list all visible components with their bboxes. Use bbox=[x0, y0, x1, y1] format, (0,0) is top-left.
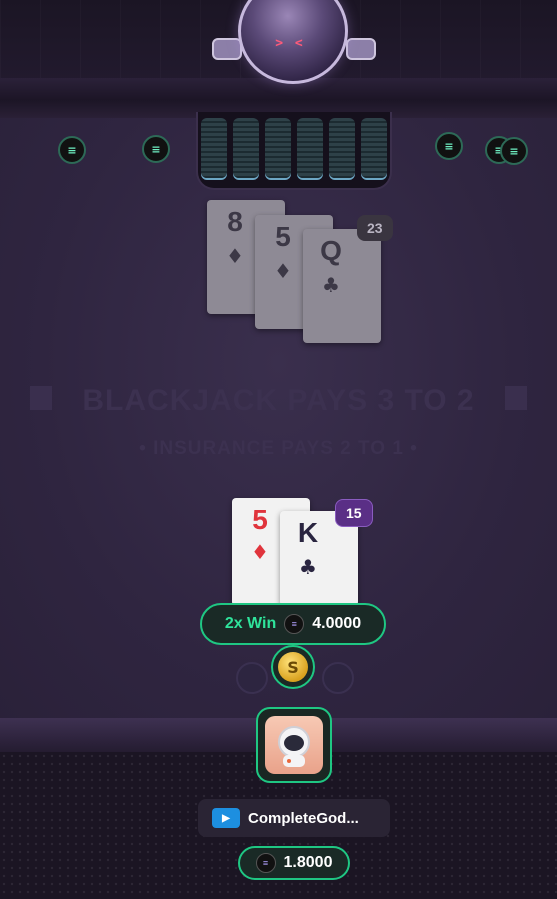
chip-stack bbox=[361, 118, 387, 178]
win-amount: 4.0000 bbox=[312, 615, 362, 632]
dealer-total-badge: 23 bbox=[357, 215, 393, 241]
seat-sol-coin-icon: ≡ bbox=[435, 132, 463, 160]
sol-coin-icon: ≡ bbox=[284, 614, 305, 634]
win-multiplier-label: 2x Win bbox=[224, 615, 277, 632]
card-rank: Q bbox=[320, 235, 342, 266]
seat-sol-coin-icon: ≡ bbox=[142, 135, 170, 163]
card-suit-icon: ♣ bbox=[299, 555, 317, 579]
rule-insurance-payout: • INSURANCE PAYS 2 TO 1 • bbox=[139, 438, 418, 459]
card-suit-icon: ♦ bbox=[251, 540, 269, 564]
dealer-right-hand-icon bbox=[346, 38, 376, 60]
win-result-pill: 2x Win ≡ 4.0000 bbox=[200, 603, 386, 645]
seat-sol-coin-icon: ≡ bbox=[500, 137, 528, 165]
rule-blackjack-payout: BLACKJACK PAYS 3 TO 2 bbox=[82, 384, 475, 417]
card-rank: 5 bbox=[252, 504, 268, 535]
astronaut-avatar-icon bbox=[265, 716, 323, 774]
player-balance-pill: ≡ 1.8000 bbox=[238, 846, 350, 880]
bet-spot-left[interactable] bbox=[236, 662, 268, 694]
player-balance: 1.8000 bbox=[283, 854, 333, 871]
chip-tray bbox=[196, 112, 392, 190]
card-rank: K bbox=[297, 517, 319, 548]
player-name-pill: ▶ CompleteGod... bbox=[198, 799, 390, 837]
dealer-card-3: Q ♣ bbox=[303, 229, 381, 343]
bet-chip-icon[interactable]: S bbox=[271, 645, 315, 689]
player-total-badge: 15 bbox=[335, 499, 373, 527]
card-suit-icon: ♣ bbox=[322, 273, 340, 297]
card-rank: 5 bbox=[275, 221, 291, 252]
chip-stack bbox=[297, 118, 323, 178]
sol-coin-icon: ≡ bbox=[255, 853, 276, 873]
chip-stack bbox=[329, 118, 355, 178]
chip-stack bbox=[233, 118, 259, 178]
card-suit-icon: ♦ bbox=[274, 259, 292, 283]
player-avatar-frame[interactable] bbox=[256, 707, 332, 783]
dealer-eyes: > < bbox=[275, 36, 305, 51]
chip-stack bbox=[201, 118, 227, 178]
dealer-left-hand-icon bbox=[212, 38, 242, 60]
chip-stack bbox=[265, 118, 291, 178]
card-suit-icon: ♦ bbox=[226, 244, 244, 268]
player-name: CompleteGod... bbox=[248, 809, 359, 827]
bet-spot-right[interactable] bbox=[322, 662, 354, 694]
video-camera-icon[interactable]: ▶ bbox=[212, 808, 240, 828]
gold-coin-icon: S bbox=[278, 652, 308, 682]
seat-sol-coin-icon: ≡ bbox=[58, 136, 86, 164]
card-rank: 8 bbox=[227, 206, 243, 237]
